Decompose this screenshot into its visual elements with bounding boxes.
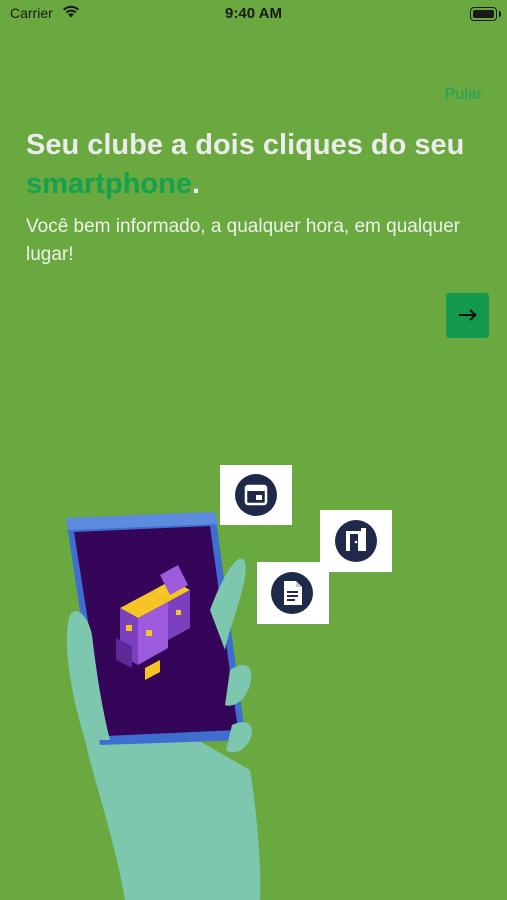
battery-icon [470,7,501,21]
title-highlight: smartphone [26,168,192,200]
skip-link[interactable]: Pular [445,86,482,104]
door-card [320,510,392,572]
hand-illustration [66,512,261,900]
next-button[interactable] [446,293,489,338]
title-main: Seu clube a dois cliques do seu [26,129,465,161]
status-bar: Carrier 9:40 AM [0,0,507,28]
page-title: Seu clube a dois cliques do seu smartpho… [26,126,496,204]
title-end: . [191,168,201,200]
door-icon [346,528,366,551]
document-card [257,562,329,624]
document-icon [284,581,302,605]
calendar-card [220,465,292,525]
arrow-right-icon [459,309,477,321]
subtitle: Você bem informado, a qualquer hora, em … [26,216,461,265]
onboarding-illustration [66,465,392,900]
clock: 9:40 AM [225,5,282,22]
